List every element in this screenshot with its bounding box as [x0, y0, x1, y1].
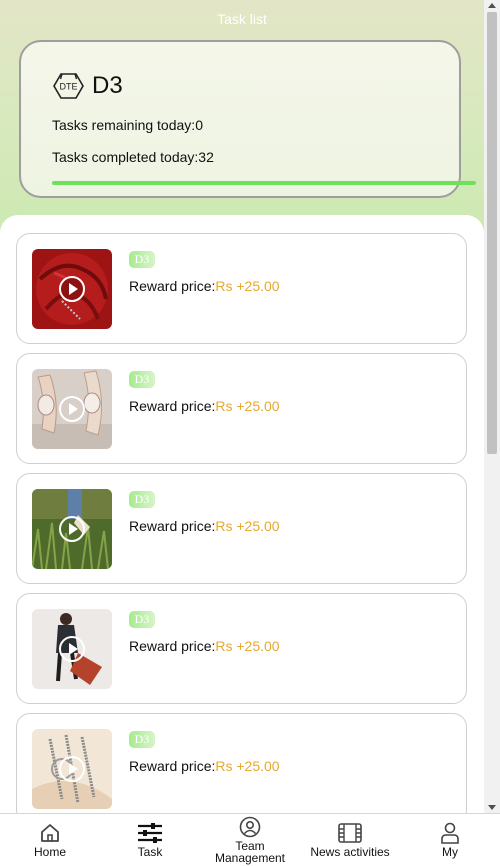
play-icon: [59, 396, 85, 422]
tab-label: Team Management: [214, 839, 286, 865]
progress-bar: [52, 181, 476, 185]
tasks-completed: Tasks completed today:32: [52, 149, 214, 165]
level-row: DTE D3: [52, 72, 123, 100]
level-badge-icon: DTE: [53, 73, 84, 99]
film-icon: [338, 823, 362, 843]
task-card[interactable]: D3 Reward price:Rs +25.00: [16, 233, 467, 344]
task-thumbnail-grass[interactable]: [32, 489, 112, 569]
tab-news-activities[interactable]: News activities: [300, 814, 400, 866]
task-thumbnail-rose[interactable]: [32, 249, 112, 329]
scroll-up-arrow-icon[interactable]: [488, 3, 496, 8]
level-badge: D3: [129, 251, 155, 268]
page-title: Task list: [217, 11, 267, 27]
level-badge: D3: [129, 611, 155, 628]
level-badge: D3: [129, 371, 155, 388]
play-icon: [59, 756, 85, 782]
tab-team-management[interactable]: Team Management: [200, 814, 300, 866]
reward-price: Reward price:Rs +25.00: [129, 398, 280, 414]
tab-label: Home: [33, 845, 66, 859]
task-thumbnail-model[interactable]: [32, 609, 112, 689]
scroll-thumb[interactable]: [487, 12, 497, 454]
tab-home[interactable]: Home: [10, 814, 90, 866]
play-icon: [59, 516, 85, 542]
reward-price: Reward price:Rs +25.00: [129, 518, 280, 534]
tab-label: Task: [137, 845, 163, 859]
task-card[interactable]: D3 Reward price:Rs +25.00: [16, 353, 467, 464]
reward-price: Reward price:Rs +25.00: [129, 278, 280, 294]
scroll-down-arrow-icon[interactable]: [488, 805, 496, 810]
level-badge: D3: [129, 491, 155, 508]
tab-label: News activities: [310, 845, 390, 859]
reward-price: Reward price:Rs +25.00: [129, 758, 280, 774]
play-icon: [59, 636, 85, 662]
play-icon: [59, 276, 85, 302]
tab-label: My: [442, 845, 458, 859]
task-card[interactable]: D3 Reward price:Rs +25.00: [16, 593, 467, 704]
svg-text:DTE: DTE: [60, 82, 78, 92]
tab-my[interactable]: My: [410, 814, 490, 866]
tab-task[interactable]: Task: [110, 814, 190, 866]
task-summary-card: DTE D3 Tasks remaining today:0 Tasks com…: [19, 40, 476, 198]
tasks-remaining: Tasks remaining today:0: [52, 117, 203, 133]
person-icon: [441, 822, 459, 844]
vertical-scrollbar[interactable]: [484, 0, 500, 813]
sliders-icon: [138, 823, 162, 843]
level-name: D3: [92, 72, 123, 99]
bottom-tab-bar: Home Task Team Management News activitie…: [0, 813, 500, 865]
home-icon: [41, 824, 59, 842]
user-circle-icon: [239, 816, 261, 838]
task-thumbnail-watches[interactable]: [32, 369, 112, 449]
level-badge: D3: [129, 731, 155, 748]
reward-price: Reward price:Rs +25.00: [129, 638, 280, 654]
task-card[interactable]: D3 Reward price:Rs +25.00: [16, 473, 467, 584]
task-thumbnail-jewelry[interactable]: [32, 729, 112, 809]
task-card[interactable]: D3 Reward price:Rs +25.00: [16, 713, 467, 815]
task-list: D3 Reward price:Rs +25.00 D3 Reward pric…: [0, 215, 484, 815]
progress-fill: [52, 181, 476, 185]
